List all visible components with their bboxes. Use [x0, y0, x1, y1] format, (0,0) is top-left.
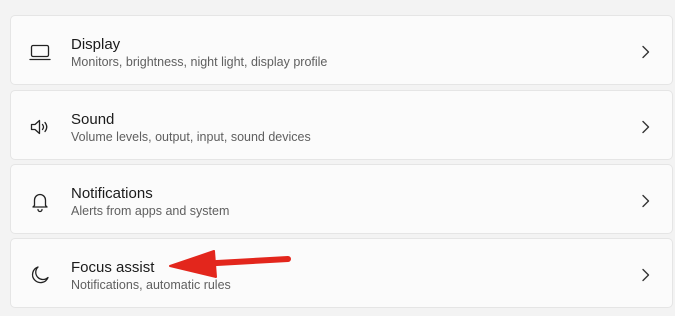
settings-item-sound[interactable]: Sound Volume levels, output, input, soun… [10, 90, 673, 160]
speaker-icon [28, 115, 52, 139]
settings-item-subtitle: Alerts from apps and system [71, 204, 230, 218]
moon-icon [28, 263, 52, 287]
chevron-right-icon [640, 193, 652, 209]
settings-item-subtitle: Monitors, brightness, night light, displ… [71, 55, 328, 69]
settings-item-focus-assist[interactable]: Focus assist Notifications, automatic ru… [10, 238, 673, 308]
settings-item-subtitle: Volume levels, output, input, sound devi… [71, 130, 311, 144]
settings-item-title: Focus assist [71, 259, 155, 276]
chevron-right-icon [640, 44, 652, 60]
settings-item-subtitle: Notifications, automatic rules [71, 278, 231, 292]
settings-item-notifications[interactable]: Notifications Alerts from apps and syste… [10, 164, 673, 234]
chevron-right-icon [640, 267, 652, 283]
settings-item-title: Notifications [71, 185, 153, 202]
chevron-right-icon [640, 119, 652, 135]
settings-item-title: Sound [71, 111, 115, 128]
bell-icon [28, 189, 52, 213]
settings-item-display[interactable]: Display Monitors, brightness, night ligh… [10, 15, 673, 85]
settings-item-title: Display [71, 36, 121, 53]
display-icon [28, 40, 52, 64]
